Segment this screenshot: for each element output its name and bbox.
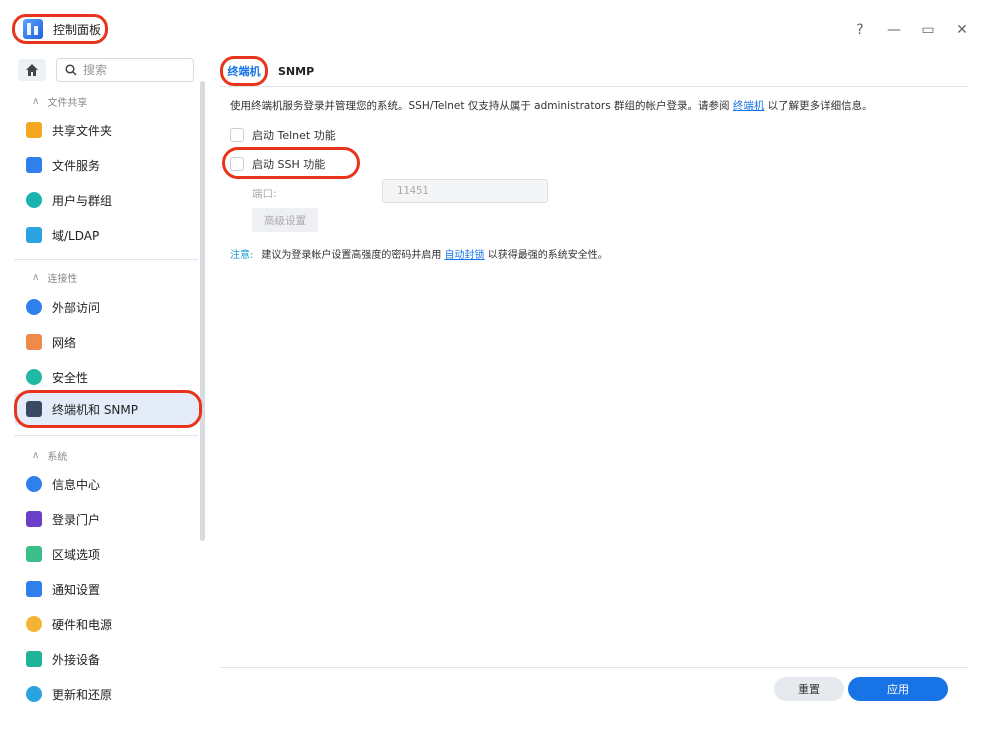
info-icon [26,476,42,492]
external-device-icon [26,651,42,667]
chevron-up-icon: ∧ [32,96,40,107]
tab-bar: 终端机 SNMP [220,56,314,86]
sidebar-item-users-groups[interactable]: 用户与群组 [14,184,198,216]
tab-snmp[interactable]: SNMP [278,65,314,78]
file-services-icon [26,157,42,173]
network-house-icon [26,334,42,350]
home-button[interactable] [18,59,46,81]
terminal-help-link[interactable]: 终端机 [733,100,765,112]
app-title-area: 控制面板 [12,14,108,44]
close-icon[interactable]: ✕ [955,22,969,38]
telnet-label: 启动 Telnet 功能 [252,129,336,142]
users-icon [26,192,42,208]
auto-block-link[interactable]: 自动封锁 [445,250,485,261]
minimize-icon[interactable]: — [887,22,901,38]
home-icon [26,64,38,76]
divider [14,259,198,260]
sidebar-item-network[interactable]: 网络 [14,326,198,358]
advanced-settings-button[interactable]: 高级设置 [252,208,318,232]
external-access-icon [26,299,42,315]
window-title: 控制面板 [53,22,102,37]
update-icon [26,686,42,702]
window-controls: ? — ▭ ✕ [853,22,969,38]
sidebar-item-regional-options[interactable]: 区域选项 [14,538,198,570]
lightbulb-icon [26,616,42,632]
section-header-system[interactable]: ∧ 系统 [32,448,67,463]
chevron-up-icon: ∧ [32,450,40,461]
security-note: 注意: 建议为登录帐户设置高强度的密码并启用 自动封锁 以获得最强的系统安全性。 [230,250,608,261]
port-input[interactable]: 11451 [382,179,548,203]
notification-icon [26,581,42,597]
divider [220,86,968,87]
help-icon[interactable]: ? [853,22,867,38]
divider [220,667,968,668]
telnet-option[interactable]: 启动 Telnet 功能 [230,127,336,143]
divider [14,435,198,436]
telnet-checkbox[interactable] [230,128,244,142]
tab-terminal[interactable]: 终端机 [220,56,268,86]
control-panel-icon [23,19,43,39]
highlight-ring [222,147,360,179]
shield-icon [26,369,42,385]
sidebar-item-login-portal[interactable]: 登录门户 [14,503,198,535]
sidebar-item-security[interactable]: 安全性 [14,361,198,393]
sidebar-item-info-center[interactable]: 信息中心 [14,468,198,500]
chevron-up-icon: ∧ [32,272,40,283]
main-panel: 终端机 SNMP 使用终端机服务登录并管理您的系统。SSH/Telnet 仅支持… [208,46,999,735]
port-label: 端口: [252,188,277,200]
search-box[interactable] [56,58,194,82]
sidebar-item-external-devices[interactable]: 外接设备 [14,643,198,675]
login-portal-icon [26,511,42,527]
search-icon [65,64,77,76]
sidebar-item-notification[interactable]: 通知设置 [14,573,198,605]
apply-button[interactable]: 应用 [848,677,948,701]
domain-icon [26,227,42,243]
highlight-ring [14,390,202,428]
reset-button[interactable]: 重置 [774,677,844,701]
sidebar-item-file-services[interactable]: 文件服务 [14,149,198,181]
folder-icon [26,122,42,138]
title-bar: 控制面板 ? — ▭ ✕ [0,0,999,46]
description: 使用终端机服务登录并管理您的系统。SSH/Telnet 仅支持从属于 admin… [230,100,873,112]
sidebar-item-shared-folder[interactable]: 共享文件夹 [14,114,198,146]
sidebar-item-domain-ldap[interactable]: 域/LDAP [14,219,198,251]
search-input[interactable] [83,63,183,77]
section-header-connectivity[interactable]: ∧ 连接性 [32,270,77,285]
maximize-icon[interactable]: ▭ [921,22,935,38]
sidebar-scrollbar[interactable] [200,81,205,541]
sidebar-item-hardware-power[interactable]: 硬件和电源 [14,608,198,640]
regional-icon [26,546,42,562]
section-header-file-sharing[interactable]: ∧ 文件共享 [32,94,87,109]
sidebar-item-external-access[interactable]: 外部访问 [14,291,198,323]
sidebar-item-update-restore[interactable]: 更新和还原 [14,678,198,710]
